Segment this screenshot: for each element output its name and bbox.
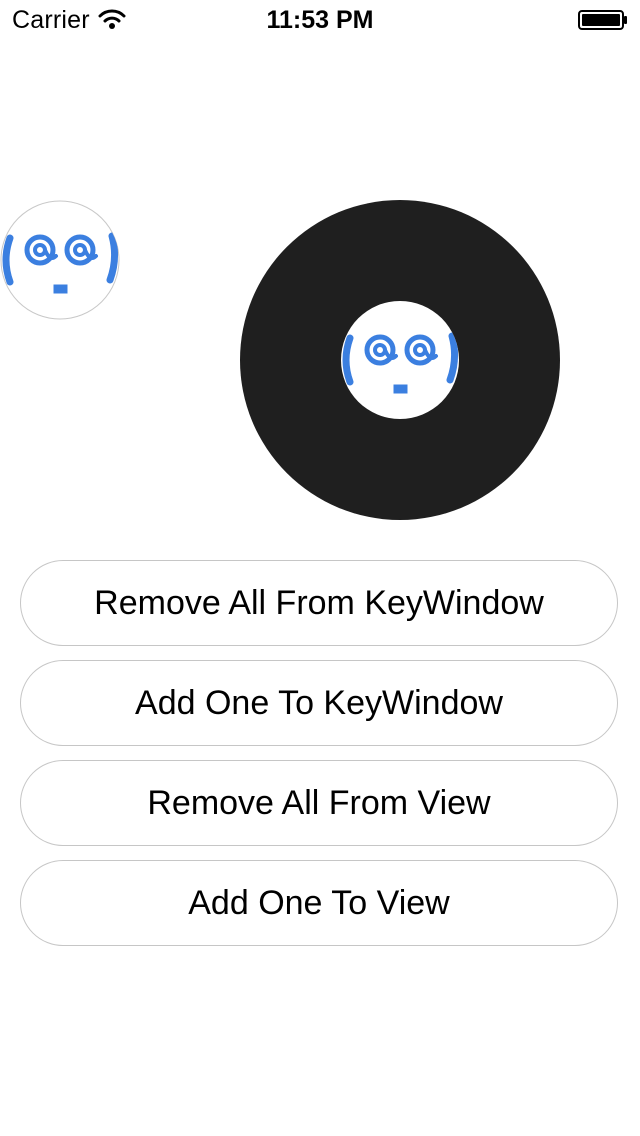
status-time: 11:53 PM	[266, 6, 374, 34]
battery-icon	[578, 10, 627, 30]
remove-all-from-keywindow-button[interactable]: Remove All From KeyWindow	[20, 560, 618, 646]
avatar-center[interactable]	[340, 300, 460, 420]
remove-all-from-view-button[interactable]: Remove All From View	[20, 760, 618, 846]
add-one-to-view-button[interactable]: Add One To View	[20, 860, 618, 946]
record-disc	[240, 200, 560, 520]
status-bar: Carrier 11:53 PM	[0, 0, 640, 40]
add-one-to-keywindow-button[interactable]: Add One To KeyWindow	[20, 660, 618, 746]
avatar-small[interactable]	[0, 200, 120, 320]
